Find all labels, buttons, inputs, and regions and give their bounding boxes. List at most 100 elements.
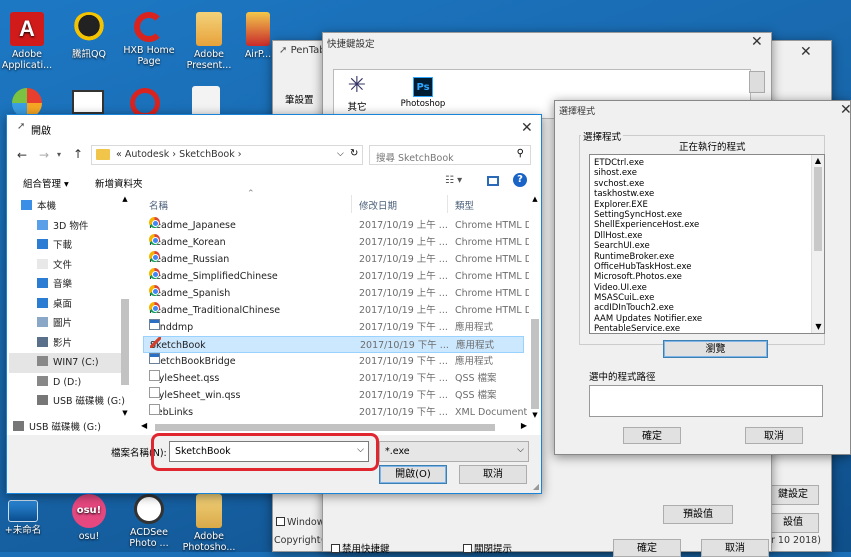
scroll-left-icon[interactable]: ◀ <box>141 421 147 430</box>
process-list[interactable]: ETDCtrl.exe sihost.exe svchost.exe taskhost… <box>589 154 825 334</box>
nav-item[interactable]: 本機 <box>9 197 129 217</box>
recent-chevron-icon[interactable]: ▾ <box>57 150 61 159</box>
breadcrumb-autodesk[interactable]: Autodesk <box>125 149 169 160</box>
file-row[interactable]: Readme_Japanese 2017/10/19 上午 ... Chrome H… <box>143 217 529 234</box>
organize-menu[interactable]: 組合管理 ▾ <box>23 176 69 190</box>
desktop-icon-osu[interactable]: osu! osu! <box>58 494 120 542</box>
back-arrow-icon[interactable]: ← <box>17 148 27 162</box>
close-icon[interactable]: ✕ <box>751 35 763 49</box>
scroll-thumb[interactable] <box>155 424 495 431</box>
chevron-down-icon[interactable]: ⌵ <box>337 149 344 159</box>
breadcrumb-overflow[interactable]: « <box>116 149 122 160</box>
nav-item[interactable]: USB 磁碟機 (G:) <box>9 392 129 412</box>
process-list-scrollbar[interactable]: ▲ ▼ <box>811 155 824 333</box>
process-item[interactable]: svchost.exe <box>590 179 824 189</box>
choose-cancel-button[interactable]: 取消 <box>745 427 803 444</box>
nav-item[interactable]: WIN7 (C:) <box>9 353 129 373</box>
file-row[interactable]: Readme_SimplifiedChinese 2017/10/19 上午 ..… <box>143 268 529 285</box>
close-tip-checkbox[interactable]: 關閉提示 <box>463 541 512 555</box>
file-list-scrollbar[interactable]: ▲ ▼ <box>529 195 541 423</box>
view-options-icon[interactable]: ☷ ▾ <box>445 175 462 186</box>
resize-grip-icon[interactable]: ◢ <box>533 482 539 491</box>
browse-button[interactable]: 瀏覽 <box>663 340 768 358</box>
nav-item[interactable]: 影片 <box>9 334 129 354</box>
desktop-icon-qq[interactable]: 騰訊QQ <box>58 12 120 60</box>
close-icon[interactable]: ✕ <box>800 45 812 59</box>
key-settings-button[interactable]: 鍵設定 <box>767 485 819 505</box>
scroll-up-icon[interactable]: ▲ <box>119 195 131 203</box>
open-button[interactable]: 開啟(O) <box>379 465 447 484</box>
process-item[interactable]: acdIDInTouch2.exe <box>590 303 824 313</box>
selected-path-field[interactable] <box>589 385 823 417</box>
column-type[interactable]: 類型 <box>455 198 474 212</box>
file-row[interactable]: SketchBook 2017/10/19 下午 ... 應用程式 <box>143 336 524 353</box>
process-item[interactable]: OfficeHubTaskHost.exe <box>590 262 824 272</box>
desktop-icon-adobe-presenter[interactable]: Adobe Present... <box>178 12 240 71</box>
disable-shortcut-checkbox[interactable]: 禁用快捷鍵 <box>331 541 390 555</box>
horizontal-scrollbar[interactable]: ◀ ▶ <box>137 421 529 433</box>
process-item[interactable]: ETDCtrl.exe <box>590 158 824 168</box>
close-icon[interactable]: ✕ <box>840 103 851 117</box>
process-item[interactable]: RuntimeBroker.exe <box>590 252 824 262</box>
tab-photoshop[interactable]: Ps Photoshop <box>399 77 447 109</box>
help-icon[interactable]: ? <box>513 173 527 187</box>
file-row[interactable]: webLinks 2017/10/19 下午 ... XML Document <box>143 404 527 421</box>
nav-item[interactable]: 下載 <box>9 236 129 256</box>
process-item[interactable]: ShellExperienceHost.exe <box>590 220 824 230</box>
desktop-icon-hxb[interactable]: HXB Home Page <box>118 12 180 67</box>
process-item[interactable]: PentableService.exe <box>590 324 824 333</box>
preview-pane-icon[interactable] <box>487 176 499 186</box>
default-value-button[interactable]: 預設值 <box>663 505 733 524</box>
file-type-filter[interactable]: *.exe ⌵ <box>379 441 529 462</box>
set-value-button[interactable]: 設值 <box>767 513 819 533</box>
new-folder-button[interactable]: 新增資料夾 <box>95 176 143 190</box>
search-field[interactable]: 搜尋 SketchBook ⚲ <box>369 145 531 165</box>
nav-item[interactable]: 文件 <box>9 256 129 276</box>
choose-ok-button[interactable]: 確定 <box>623 427 681 444</box>
column-date[interactable]: 修改日期 <box>359 198 397 212</box>
scroll-thumb[interactable] <box>531 319 539 409</box>
desktop-icon-unnamed[interactable]: +未命名 <box>0 500 48 536</box>
process-item[interactable]: Video.UI.exe <box>590 283 824 293</box>
file-row[interactable]: Readme_TraditionalChinese 2017/10/19 上午 .… <box>143 302 529 319</box>
process-item[interactable]: Microsoft.Photos.exe <box>590 272 824 282</box>
shortcut-cancel-button[interactable]: 取消 <box>701 539 769 557</box>
breadcrumb-sketchbook[interactable]: SketchBook <box>179 149 235 160</box>
refresh-icon[interactable]: ↻ <box>350 148 358 159</box>
window-checkbox[interactable]: Window <box>276 517 324 528</box>
process-item[interactable]: sihost.exe <box>590 168 824 178</box>
process-item[interactable]: taskhostw.exe <box>590 189 824 199</box>
desktop-icon-acdsee[interactable]: ACDSee Photo ... <box>118 494 180 549</box>
chevron-down-icon[interactable]: ⌵ <box>517 445 524 455</box>
process-item[interactable]: DllHost.exe <box>590 231 824 241</box>
open-cancel-button[interactable]: 取消 <box>459 465 527 484</box>
process-item[interactable]: AAM Updates Notifier.exe <box>590 314 824 324</box>
process-item[interactable]: SettingSyncHost.exe <box>590 210 824 220</box>
nav-item[interactable]: D (D:) <box>9 373 129 393</box>
scroll-up-icon[interactable]: ▲ <box>812 155 824 167</box>
file-row[interactable]: StyleSheet_win.qss 2017/10/19 下午 ... QSS 檔… <box>143 387 524 404</box>
file-row[interactable]: Readme_Spanish 2017/10/19 上午 ... Chrome HT… <box>143 285 529 302</box>
nav-item[interactable]: 音樂 <box>9 275 129 295</box>
scroll-thumb[interactable] <box>814 167 822 251</box>
close-icon[interactable]: ✕ <box>521 121 533 135</box>
nav-scrollbar[interactable]: ▲ ▼ <box>119 195 131 425</box>
file-row[interactable]: Readme_Russian 2017/10/19 上午 ... Chrome HT… <box>143 251 529 268</box>
scroll-button[interactable] <box>749 71 765 93</box>
process-item[interactable]: Explorer.EXE <box>590 200 824 210</box>
file-row[interactable]: senddmp 2017/10/19 下午 ... 應用程式 <box>143 319 524 336</box>
nav-item[interactable]: 圖片 <box>9 314 129 334</box>
column-name[interactable]: 名稱 <box>149 198 168 212</box>
search-icon[interactable]: ⚲ <box>517 148 524 159</box>
nav-item[interactable]: 3D 物件 <box>9 217 129 237</box>
nav-item[interactable]: 桌面 <box>9 295 129 315</box>
file-row[interactable]: SketchBookBridge 2017/10/19 下午 ... 應用程式 <box>143 353 524 370</box>
address-bar[interactable]: « Autodesk › SketchBook › ⌵ ↻ <box>91 145 363 165</box>
up-arrow-icon[interactable]: ↑ <box>73 147 83 161</box>
process-item[interactable]: SearchUI.exe <box>590 241 824 251</box>
scroll-thumb[interactable] <box>121 299 129 385</box>
scroll-down-icon[interactable]: ▼ <box>812 321 824 333</box>
process-item[interactable]: MSASCuiL.exe <box>590 293 824 303</box>
scroll-down-icon[interactable]: ▼ <box>529 411 541 419</box>
scroll-down-icon[interactable]: ▼ <box>119 409 131 417</box>
